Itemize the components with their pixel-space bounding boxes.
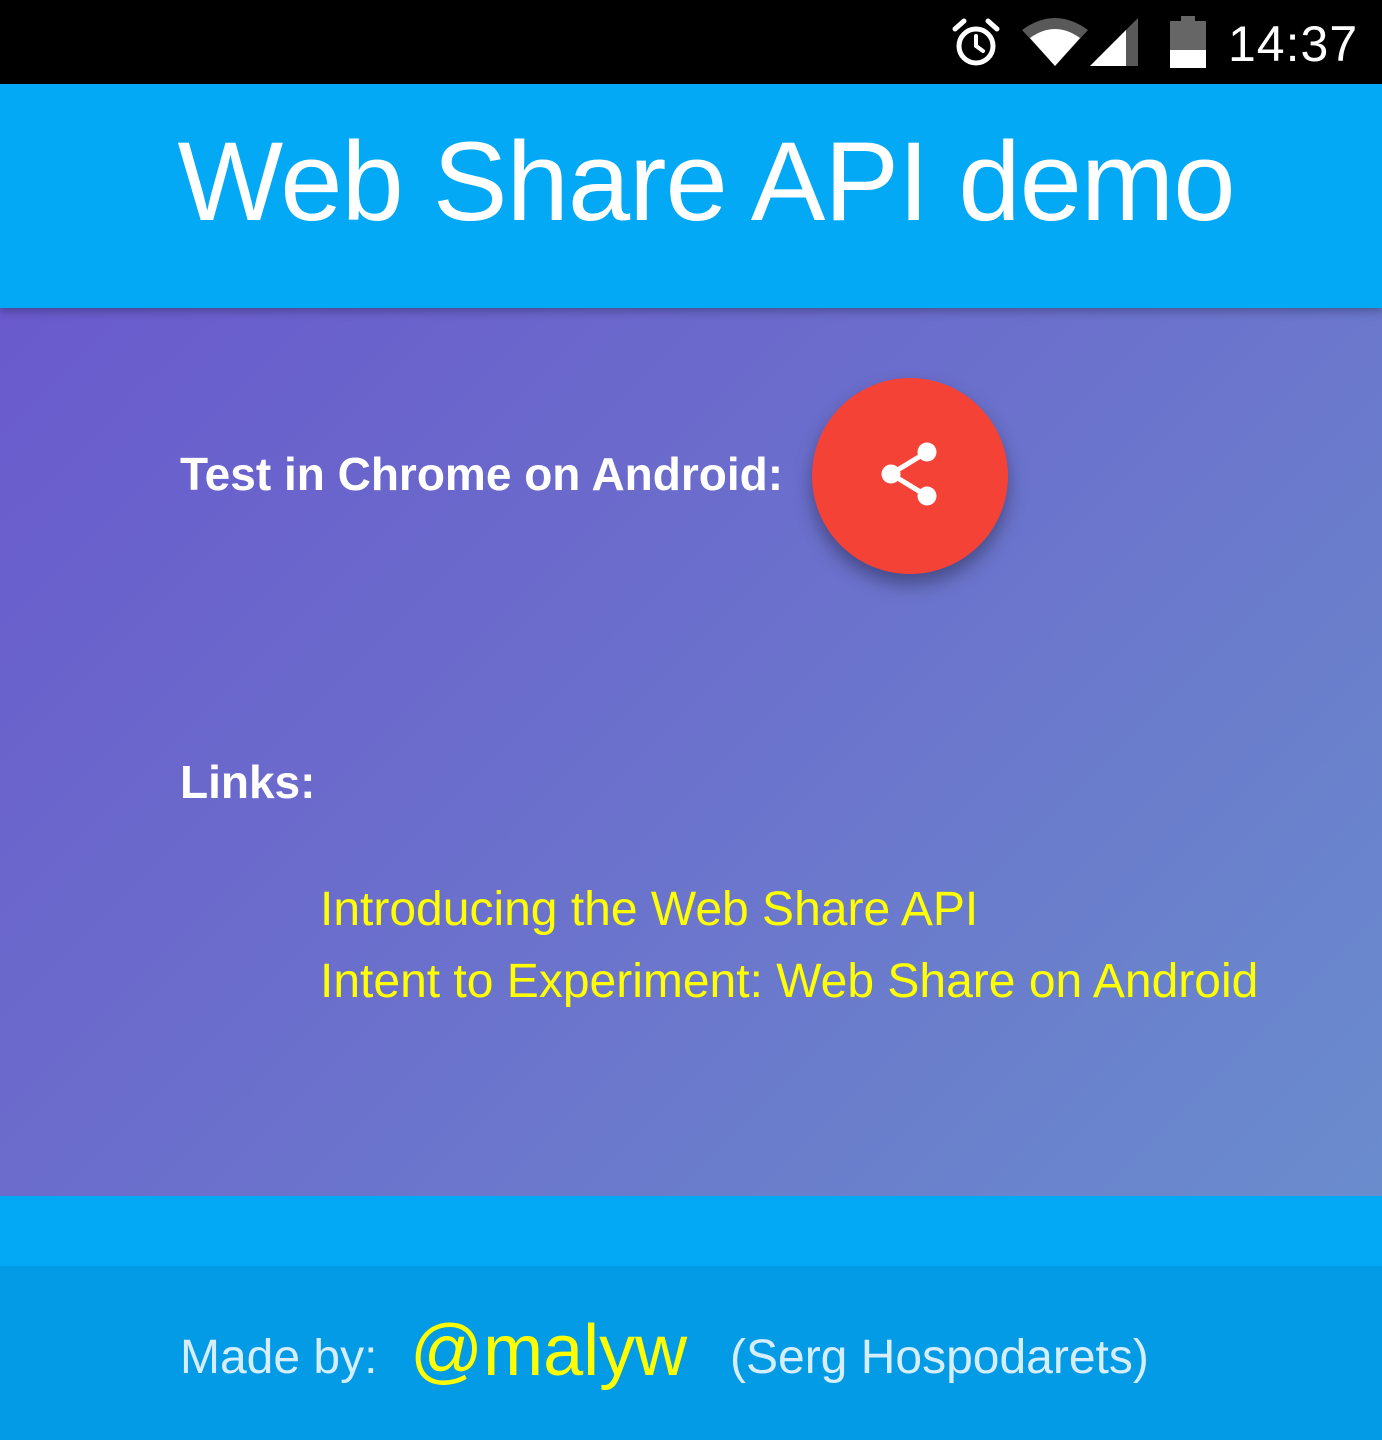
- list-item: Introducing the Web Share API: [320, 874, 1258, 946]
- status-bar: 14:37: [0, 0, 1382, 84]
- share-button[interactable]: [812, 378, 1008, 574]
- list-item: Intent to Experiment: Web Share on Andro…: [320, 946, 1258, 1018]
- author-handle-link[interactable]: @malyw: [410, 1306, 687, 1396]
- main-content: Test in Chrome on Android: Links: Introd…: [0, 308, 1382, 1196]
- links-heading: Links:: [180, 756, 316, 808]
- divider-band: [0, 1196, 1382, 1266]
- link-introducing-web-share-api[interactable]: Introducing the Web Share API: [320, 883, 978, 936]
- app-header: Web Share API demo: [0, 84, 1382, 308]
- battery-icon: [1170, 16, 1206, 68]
- status-time: 14:37: [1228, 16, 1359, 72]
- author-name: (Serg Hospodarets): [730, 1331, 1149, 1384]
- test-label: Test in Chrome on Android:: [180, 448, 784, 500]
- share-icon: [881, 442, 937, 506]
- link-intent-to-experiment[interactable]: Intent to Experiment: Web Share on Andro…: [320, 955, 1258, 1008]
- made-by-label: Made by:: [180, 1331, 378, 1384]
- cell-signal-icon: [1090, 18, 1138, 66]
- links-list: Introducing the Web Share API Intent to …: [320, 874, 1258, 1018]
- page-title: Web Share API demo: [177, 119, 1236, 244]
- footer: Made by: @malyw (Serg Hospodarets): [0, 1266, 1382, 1440]
- alarm-icon: [952, 18, 1000, 66]
- wifi-icon: [1022, 18, 1088, 66]
